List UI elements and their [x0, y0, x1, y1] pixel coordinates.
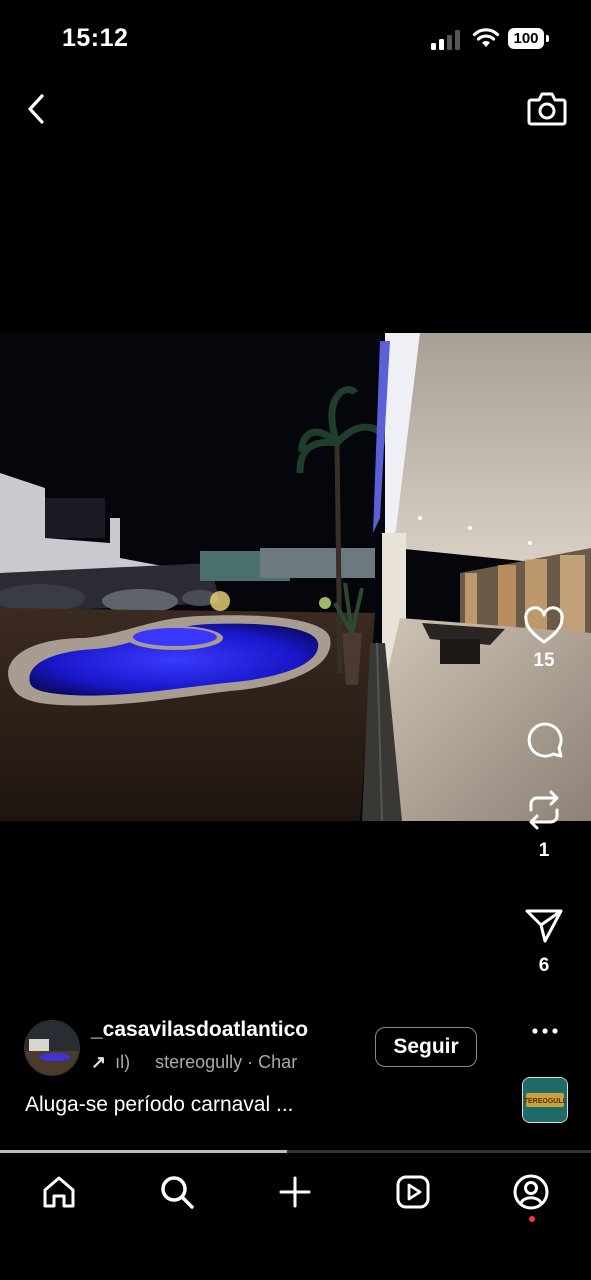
send-icon[interactable] [523, 907, 565, 945]
back-icon[interactable] [20, 90, 54, 128]
post-caption[interactable]: Aluga-se período carnaval ... [25, 1093, 294, 1117]
repost-action[interactable]: 1 [514, 788, 574, 862]
svg-text:STEREOGULLY: STEREOGULLY [523, 1098, 567, 1105]
more-icon[interactable] [530, 1018, 560, 1038]
create-icon [279, 1176, 311, 1208]
share-action[interactable]: 6 [514, 907, 574, 977]
playback-progress-fill [0, 1150, 287, 1153]
home-icon [43, 1176, 75, 1208]
status-time: 15:12 [62, 24, 129, 52]
comment-icon[interactable] [523, 718, 565, 760]
audio-thumbnail[interactable]: STEREOGULLY [522, 1077, 568, 1123]
heart-icon[interactable] [523, 606, 565, 646]
stereogully-logo: STEREOGULLY [523, 1078, 567, 1122]
nav-profile[interactable] [507, 1168, 555, 1216]
playback-progress[interactable] [0, 1150, 591, 1153]
repost-icon[interactable] [523, 788, 565, 832]
search-icon [161, 1176, 194, 1209]
share-count: 6 [538, 955, 550, 976]
profile-icon [513, 1174, 549, 1210]
battery-icon: 100 [508, 28, 550, 50]
pool-house-night-photo [0, 333, 591, 821]
post-media[interactable] [0, 333, 591, 821]
avatar[interactable] [24, 1020, 80, 1076]
camera-icon[interactable] [526, 88, 568, 128]
repost-arrow-icon: ↗ [91, 1052, 107, 1072]
comment-action[interactable] [514, 718, 574, 760]
nav-reels[interactable] [389, 1168, 437, 1216]
repost-count: 1 [538, 840, 550, 861]
battery-level: 100 [508, 28, 544, 49]
cellular-signal-icon [431, 30, 460, 50]
notification-dot [529, 1216, 535, 1222]
nav-home[interactable] [35, 1168, 83, 1216]
wifi-icon [472, 28, 500, 47]
nav-create[interactable] [271, 1168, 319, 1216]
nav-search[interactable] [153, 1168, 201, 1216]
audio-attribution[interactable]: ↗ ıl) stereogully · Char [91, 1052, 336, 1073]
reels-icon [396, 1175, 430, 1209]
audio-fragment: ıl) [115, 1052, 131, 1072]
like-action[interactable]: 15 [514, 606, 574, 672]
audio-name: stereogully · Char [155, 1052, 298, 1072]
follow-button[interactable]: Seguir [375, 1027, 477, 1067]
username[interactable]: _casavilasdoatlantico [91, 1018, 308, 1042]
like-count: 15 [533, 650, 555, 671]
